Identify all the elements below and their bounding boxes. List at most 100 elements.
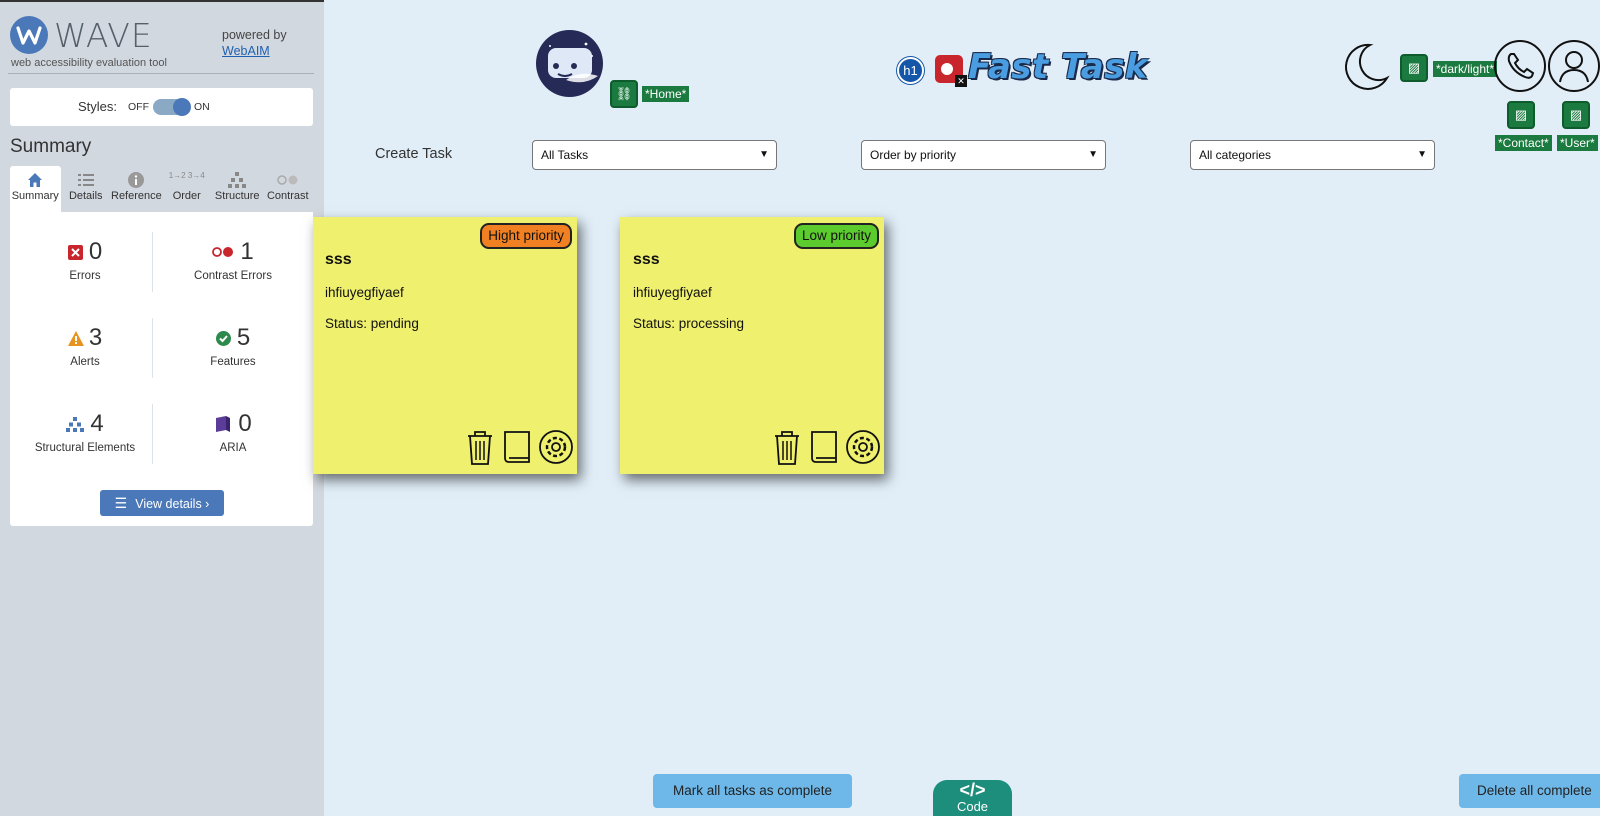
chevron-down-icon: ▼ [1088, 149, 1098, 160]
select-value: All Tasks [541, 148, 589, 162]
structural-count: 4 [90, 410, 104, 437]
styles-label: Styles: [78, 99, 118, 114]
wave-logo-icon [10, 16, 48, 54]
alert-icon [67, 330, 84, 346]
home-tag: *Home* [642, 86, 690, 102]
view-details-button[interactable]: ☰ View details › [100, 490, 224, 516]
app-logo[interactable] [536, 30, 603, 97]
tab-structure[interactable]: Structure [212, 166, 263, 212]
wave-image-flag-icon[interactable]: ▨ [1507, 101, 1535, 129]
tab-label: Structure [214, 190, 260, 202]
task-card: Hight priority sss ihfiuyegfiyaef Status… [313, 217, 577, 474]
contrast-errors-count: 1 [240, 238, 254, 265]
styles-off-label: OFF [128, 101, 149, 113]
contrast-errors-label: Contrast Errors [194, 270, 272, 282]
book-icon[interactable] [500, 428, 534, 466]
task-description: ihfiuyegfiyaef [633, 285, 712, 300]
error-badge-icon[interactable]: ✕ [935, 55, 967, 87]
features-stat[interactable]: 5 Features [153, 324, 313, 368]
code-label: Code [956, 799, 989, 814]
tab-label: Contrast [266, 190, 309, 202]
webaim-link[interactable]: WebAIM [222, 44, 270, 58]
priority-badge: Hight priority [480, 223, 572, 249]
select-value: All categories [1199, 148, 1272, 162]
structure-icon [212, 170, 263, 190]
list-icon [61, 170, 112, 190]
aria-stat[interactable]: 0 ARIA [153, 410, 313, 454]
summary-panel: 0 Errors 1 Contrast Errors 3 Alerts 5 Fe… [10, 212, 313, 526]
chevron-down-icon: ▼ [759, 149, 769, 160]
aria-icon [214, 415, 232, 433]
tab-label: Summary [11, 190, 59, 202]
structure-icon [66, 416, 85, 432]
features-count: 5 [236, 324, 251, 351]
wave-link-flag-icon[interactable]: ⛓ [610, 80, 638, 108]
darklight-tag: *dark/light* [1433, 61, 1498, 77]
code-icon: </> [959, 780, 986, 800]
trash-icon[interactable] [463, 428, 497, 466]
phone-icon[interactable] [1494, 40, 1546, 92]
tab-order[interactable]: 1→2 3→4 Order [162, 166, 213, 212]
tab-reference[interactable]: Reference [111, 166, 162, 212]
task-card: Low priority sss ihfiuyegfiyaef Status: … [620, 217, 884, 474]
alerts-label: Alerts [70, 356, 100, 368]
task-actions [463, 428, 573, 466]
moon-icon[interactable] [1340, 42, 1390, 92]
summary-title: Summary [10, 136, 92, 157]
select-value: Order by priority [870, 148, 957, 162]
h1-badge[interactable]: h1 [897, 57, 924, 84]
task-status: Status: processing [633, 316, 745, 331]
aria-label: ARIA [219, 442, 247, 454]
aria-count: 0 [238, 410, 252, 437]
trash-icon[interactable] [770, 428, 804, 466]
powered-by: powered by [222, 28, 287, 42]
tab-details[interactable]: Details [61, 166, 112, 212]
task-actions [770, 428, 880, 466]
wave-header: WAVE web accessibility evaluation tool p… [8, 12, 314, 74]
task-title: sss [325, 251, 352, 268]
errors-label: Errors [69, 270, 101, 282]
tab-label: Reference [111, 190, 162, 202]
alerts-stat[interactable]: 3 Alerts [10, 324, 160, 368]
settings-icon[interactable] [844, 428, 880, 466]
error-icon [67, 244, 83, 260]
user-tag: *User* [1557, 135, 1598, 151]
mark-all-complete-button[interactable]: Mark all tasks as complete [653, 774, 852, 808]
structural-stat[interactable]: 4 Structural Elements [10, 410, 160, 454]
contrast-errors-stat[interactable]: 1 Contrast Errors [153, 238, 313, 282]
contrast-error-icon [212, 245, 234, 260]
info-icon [111, 170, 162, 190]
tab-label: Details [68, 190, 103, 202]
task-title: sss [633, 251, 660, 268]
wave-image-flag-icon[interactable]: ▨ [1562, 101, 1590, 129]
styles-toggle-box: Styles: OFF ON [10, 88, 313, 126]
wave-subtitle: web accessibility evaluation tool [11, 57, 167, 69]
order-select[interactable]: Order by priority ▼ [861, 140, 1106, 170]
settings-icon[interactable] [537, 428, 573, 466]
structural-label: Structural Elements [34, 442, 136, 454]
contact-tag: *Contact* [1495, 135, 1552, 151]
view-details-label: View details › [135, 497, 210, 511]
features-label: Features [210, 356, 256, 368]
categories-select[interactable]: All categories ▼ [1190, 140, 1435, 170]
wave-image-flag-icon[interactable]: ▨ [1400, 54, 1428, 82]
book-icon[interactable] [807, 428, 841, 466]
home-icon [10, 170, 61, 190]
tab-summary[interactable]: Summary [10, 166, 61, 212]
delete-all-complete-button[interactable]: Delete all complete [1459, 774, 1600, 808]
alerts-count: 3 [88, 324, 103, 351]
contrast-icon [263, 170, 314, 190]
chevron-down-icon: ▼ [1417, 149, 1427, 160]
styles-toggle[interactable] [153, 98, 191, 116]
feature-icon [215, 330, 231, 346]
tab-label: Order [172, 190, 201, 202]
toggle-knob [173, 98, 191, 116]
create-task-link[interactable]: Create Task [375, 146, 452, 162]
user-icon[interactable] [1548, 40, 1600, 92]
errors-stat[interactable]: 0 Errors [10, 238, 160, 282]
tasks-filter-select[interactable]: All Tasks ▼ [532, 140, 777, 170]
code-tab[interactable]: </> Code [933, 780, 1012, 816]
errors-count: 0 [88, 238, 103, 265]
app-title: Fast Task [968, 47, 1149, 87]
tab-contrast[interactable]: Contrast [263, 166, 314, 212]
